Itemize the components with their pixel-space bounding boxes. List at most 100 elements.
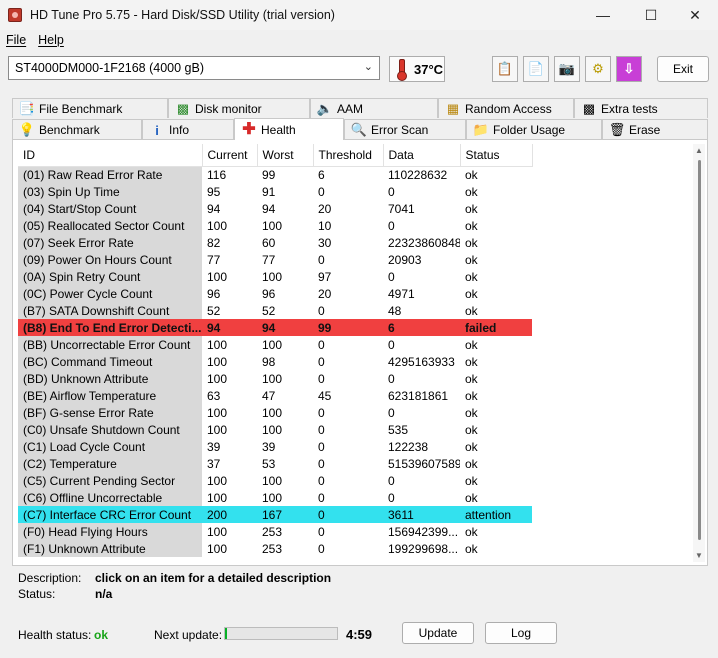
tab-info[interactable]: i Info	[142, 119, 234, 139]
table-row[interactable]: (C7) Interface CRC Error Count 200 167 0 361…	[18, 506, 532, 523]
tab-aam[interactable]: 🔈 AAM	[310, 98, 438, 118]
column-header-current[interactable]: Current	[202, 144, 258, 167]
table-row[interactable]: (01) Raw Read Error Rate 116 99 6 110228632 o…	[18, 166, 532, 183]
tab-extra-tests[interactable]: ▩ Extra tests	[574, 98, 708, 118]
log-button[interactable]: Log	[485, 622, 557, 644]
tab-erase[interactable]: 🗑 Erase	[602, 119, 708, 139]
cell-threshold: 99	[313, 319, 383, 336]
cell-id: (C2) Temperature	[18, 455, 202, 472]
column-header-worst[interactable]: Worst	[257, 144, 314, 167]
cell-id: (BC) Command Timeout	[18, 353, 202, 370]
table-row[interactable]: (C5) Current Pending Sector 100 100 0 0 ok	[18, 472, 532, 489]
scroll-up-icon[interactable]: ▲	[695, 146, 703, 155]
scroll-down-icon[interactable]: ▼	[695, 551, 703, 560]
cell-current: 100	[207, 541, 228, 556]
table-row[interactable]: (BC) Command Timeout 100 98 0 4295163933 ok	[18, 353, 532, 370]
table-row[interactable]: (F0) Head Flying Hours 100 253 0 156942399..…	[18, 523, 532, 540]
cell-data: 0	[388, 473, 395, 488]
table-row[interactable]: (BB) Uncorrectable Error Count 100 100 0 0 ok	[18, 336, 532, 353]
cell-data: 6	[383, 319, 460, 336]
table-row[interactable]: (C6) Offline Uncorrectable 100 100 0 0 ok	[18, 489, 532, 506]
description-area: Description: click on an item for a deta…	[18, 569, 698, 605]
tab-file-benchmark[interactable]: 📑 File Benchmark	[12, 98, 168, 118]
cell-worst: 100	[262, 218, 283, 233]
table-row[interactable]: (BE) Airflow Temperature 63 47 45 623181861 o…	[18, 387, 532, 404]
next-update-label: Next update:	[154, 628, 223, 642]
table-row[interactable]: (05) Reallocated Sector Count 100 100 10 0 ok	[18, 217, 532, 234]
table-row[interactable]: (F1) Unknown Attribute 100 253 0 199299698..…	[18, 540, 532, 557]
table-row[interactable]: (BF) G-sense Error Rate 100 100 0 0 ok	[18, 404, 532, 421]
column-header-id[interactable]: ID	[18, 144, 203, 167]
copy-info-button[interactable]: 📄	[523, 56, 549, 82]
cell-data: 199299698...	[388, 541, 459, 556]
maximize-button[interactable]: ☐	[628, 0, 674, 30]
cell-worst: 253	[262, 541, 283, 556]
cell-data: 4295163933	[388, 354, 455, 369]
menu-bar: File Help	[0, 30, 718, 50]
smart-table: ID Current Worst Threshold Data Status (…	[18, 144, 533, 557]
scroll-thumb[interactable]	[698, 160, 701, 540]
tab-disk-monitor[interactable]: ▩ Disk monitor	[168, 98, 310, 118]
table-row[interactable]: (0C) Power Cycle Count 96 96 20 4971 ok	[18, 285, 532, 302]
cell-id: (0A) Spin Retry Count	[18, 268, 202, 285]
table-row[interactable]: (BD) Unknown Attribute 100 100 0 0 ok	[18, 370, 532, 387]
drive-select[interactable]: ST4000DM000-1F2168 (4000 gB) ⌄	[8, 56, 380, 80]
menu-help[interactable]: Help	[32, 33, 70, 47]
column-header-status[interactable]: Status	[460, 144, 533, 167]
cell-status: ok	[465, 456, 478, 471]
description-value: click on an item for a detailed descript…	[95, 571, 332, 585]
exit-button[interactable]: Exit	[657, 56, 709, 82]
table-row[interactable]: (04) Start/Stop Count 94 94 20 7041 ok	[18, 200, 532, 217]
cell-id: (C0) Unsafe Shutdown Count	[18, 421, 202, 438]
close-button[interactable]: ✕	[672, 0, 718, 30]
table-row[interactable]: (C1) Load Cycle Count 39 39 0 122238 ok	[18, 438, 532, 455]
cell-id: (01) Raw Read Error Rate	[18, 166, 202, 183]
cell-threshold: 0	[318, 473, 325, 488]
update-button[interactable]: Update	[402, 622, 474, 644]
smart-table-container: ID Current Worst Threshold Data Status (…	[18, 144, 686, 562]
cell-threshold: 0	[318, 524, 325, 539]
cell-id: (BF) G-sense Error Rate	[18, 404, 202, 421]
cell-status: ok	[465, 252, 478, 267]
cell-data: 3611	[383, 506, 460, 523]
vertical-scrollbar[interactable]: ▲ ▼	[693, 144, 705, 562]
cell-current: 37	[207, 456, 221, 471]
table-row[interactable]: (03) Spin Up Time 95 91 0 0 ok	[18, 183, 532, 200]
table-row[interactable]: (B7) SATA Downshift Count 52 52 0 48 ok	[18, 302, 532, 319]
options-button[interactable]: ⚙	[585, 56, 611, 82]
cell-id: (B7) SATA Downshift Count	[18, 302, 202, 319]
tab-random-access[interactable]: ▦ Random Access	[438, 98, 574, 118]
cell-status: ok	[465, 303, 478, 318]
column-header-data[interactable]: Data	[383, 144, 461, 167]
column-header-threshold[interactable]: Threshold	[313, 144, 384, 167]
cell-id: (09) Power On Hours Count	[18, 251, 202, 268]
table-row[interactable]: (C2) Temperature 37 53 0 51539607589 ok	[18, 455, 532, 472]
cell-status: ok	[465, 269, 478, 284]
cell-worst: 98	[262, 354, 276, 369]
cell-current: 100	[207, 405, 228, 420]
chevron-down-icon: ⌄	[363, 61, 373, 73]
screenshot-button[interactable]: 📷	[554, 56, 580, 82]
cell-status: ok	[465, 524, 478, 539]
copy-text-button[interactable]: 📋	[492, 56, 518, 82]
update-progress-fill	[225, 628, 228, 639]
tab-health[interactable]: ✚ Health	[234, 118, 344, 140]
status-label: Status:	[18, 587, 56, 601]
table-row[interactable]: (0A) Spin Retry Count 100 100 97 0 ok	[18, 268, 532, 285]
table-row[interactable]: (07) Seek Error Rate 82 60 30 22323860848 ok	[18, 234, 532, 251]
table-row[interactable]: (C0) Unsafe Shutdown Count 100 100 0 535 ok	[18, 421, 532, 438]
description-label: Description:	[18, 571, 82, 585]
tab-benchmark[interactable]: 💡 Benchmark	[12, 119, 142, 139]
save-button[interactable]: ⇩	[616, 56, 642, 82]
cell-worst: 100	[262, 490, 283, 505]
table-row[interactable]: (B8) End To End Error Detecti... 94 94 99 6 f…	[18, 319, 532, 336]
tab-folder-usage[interactable]: 📁 Folder Usage	[466, 119, 602, 139]
table-row[interactable]: (09) Power On Hours Count 77 77 0 20903 ok	[18, 251, 532, 268]
cell-status: ok	[465, 439, 478, 454]
cell-data: 156942399...	[388, 524, 459, 539]
toolbar: ST4000DM000-1F2168 (4000 gB) ⌄ 37°C 📋 📄 …	[0, 50, 718, 90]
minimize-button[interactable]: —	[580, 0, 626, 30]
cell-threshold: 45	[318, 388, 332, 403]
menu-file[interactable]: File	[0, 33, 32, 47]
tab-error-scan[interactable]: 🔍 Error Scan	[344, 119, 466, 139]
